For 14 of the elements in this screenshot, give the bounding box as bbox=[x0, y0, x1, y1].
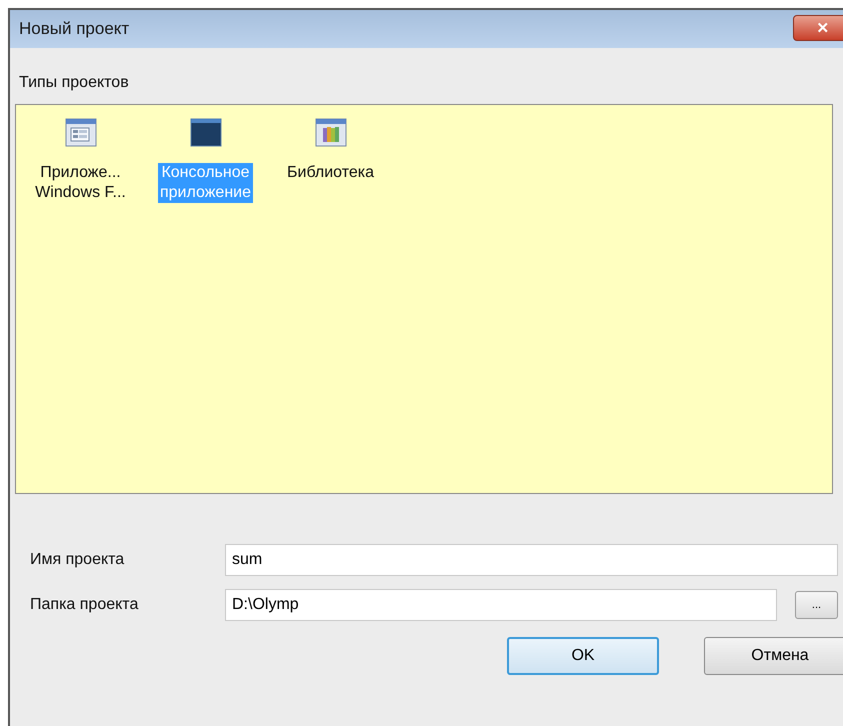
field-label: Папка проекта bbox=[30, 596, 140, 614]
text-field[interactable]: D:\Olymp bbox=[225, 589, 777, 621]
console-window-icon[interactable] bbox=[190, 117, 222, 149]
field-label: Имя проекта bbox=[30, 551, 126, 569]
section-label: Типы проектов bbox=[19, 74, 130, 93]
form-window-icon[interactable] bbox=[64, 117, 96, 149]
project-type-label[interactable]: Библиотека bbox=[285, 163, 376, 183]
dialog-button[interactable]: OK bbox=[507, 637, 659, 675]
browse-button[interactable]: ... bbox=[795, 591, 838, 619]
dialog-button[interactable]: Отмена bbox=[704, 637, 843, 675]
project-type-label[interactable]: Приложе... Windows F... bbox=[33, 163, 128, 203]
window-title: Новый проект bbox=[19, 19, 130, 39]
books-window-icon[interactable] bbox=[314, 117, 346, 149]
text-field[interactable]: sum bbox=[225, 544, 838, 576]
